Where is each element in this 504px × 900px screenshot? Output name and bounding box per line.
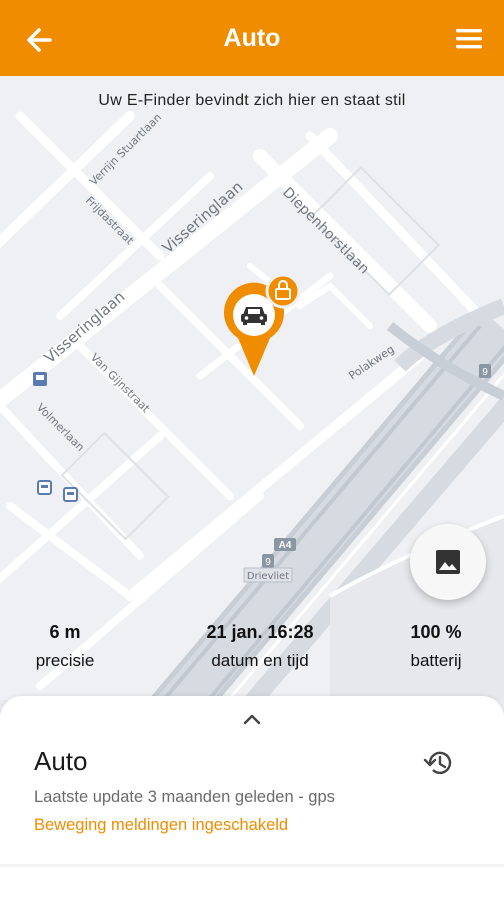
page-title: Auto (223, 24, 281, 52)
motion-alerts-status[interactable]: Beweging meldingen ingeschakeld (34, 816, 288, 835)
map-view[interactable]: Verrijn Stuartlaan Frijdastraat Visserin… (0, 76, 504, 700)
datetime-label: datum en tijd (211, 651, 309, 670)
hamburger-menu-icon[interactable] (452, 22, 486, 56)
battery-value: 100 % (410, 622, 462, 642)
bus-stop-icon (33, 372, 47, 386)
place-label: Drievliet (243, 567, 293, 583)
street-view-button[interactable] (410, 524, 486, 600)
precision-value: 6 m (49, 622, 81, 642)
stats-row: 6 m precisie 21 jan. 16:28 datum en tijd… (0, 622, 504, 682)
battery-label: batterij (410, 651, 462, 670)
device-name: Auto (34, 746, 88, 776)
app-bar: Auto (0, 0, 504, 76)
bus-stop-icon (63, 487, 78, 502)
bus-stop-icon (37, 480, 52, 495)
street-label-diepenhorstlaan: Diepenhorstlaan (279, 185, 372, 278)
image-icon (436, 550, 460, 574)
highway-shield: 9 (479, 364, 491, 378)
svg-text:Drievliet: Drievliet (247, 571, 289, 582)
last-update-text: Laatste update 3 maanden geleden - gps (34, 788, 335, 806)
stat-precision: 6 m precisie (30, 622, 100, 671)
chevron-up-icon[interactable] (242, 712, 262, 726)
history-icon[interactable] (422, 746, 456, 780)
highway-shield: A4 (274, 538, 296, 551)
highway-shield: 9 (262, 554, 274, 568)
bottom-sheet[interactable]: Auto Laatste update 3 maanden geleden - … (0, 696, 504, 900)
precision-label: precisie (35, 651, 95, 670)
status-message: Uw E-Finder bevindt zich hier en staat s… (98, 92, 406, 109)
datetime-value: 21 jan. 16:28 (206, 622, 314, 642)
lock-icon (265, 273, 301, 309)
svg-text:9: 9 (482, 367, 488, 378)
stat-battery: 100 % batterij (396, 622, 476, 671)
stat-datetime: 21 jan. 16:28 datum en tijd (180, 622, 340, 671)
svg-text:A4: A4 (279, 540, 292, 551)
svg-text:9: 9 (265, 557, 271, 568)
street-label-van-gijnstraat: Van Gijnstraat (88, 351, 153, 416)
divider (0, 864, 504, 867)
map-canvas[interactable]: Verrijn Stuartlaan Frijdastraat Visserin… (0, 76, 504, 700)
